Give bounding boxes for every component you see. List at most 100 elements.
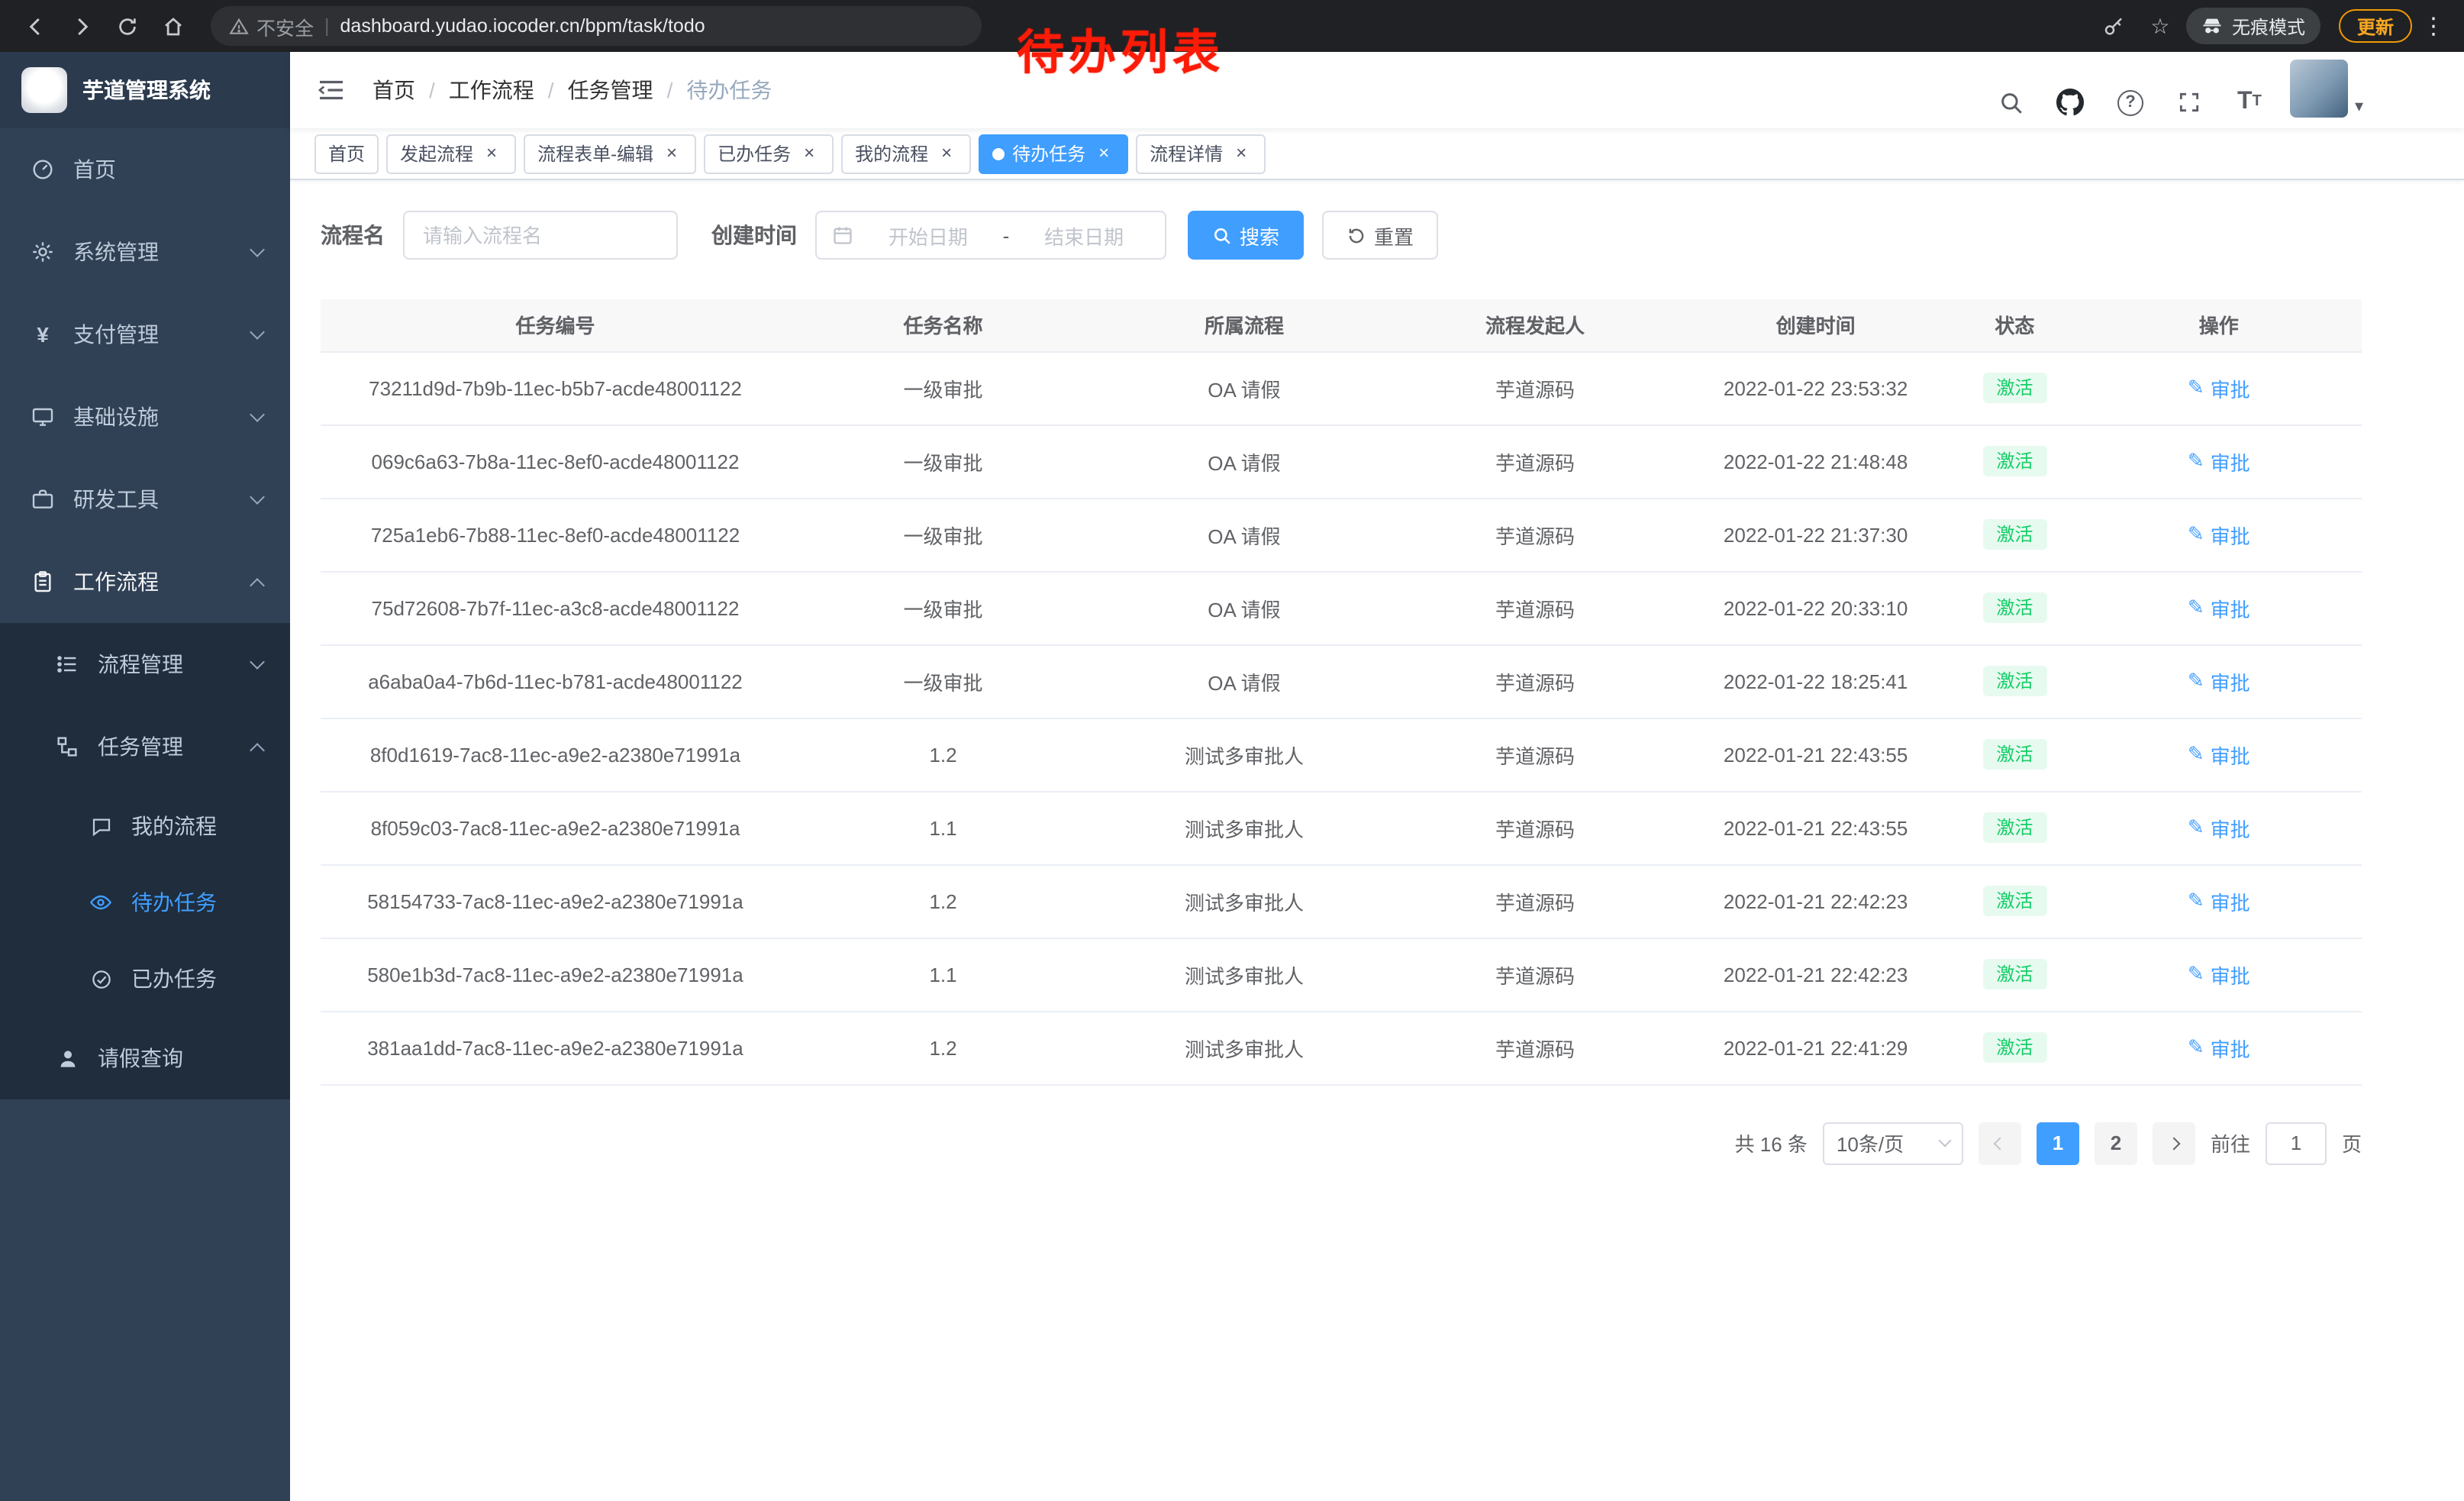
task-flow-icon — [55, 734, 79, 759]
approve-button[interactable]: ✎审批 — [2188, 960, 2250, 989]
avatar[interactable] — [2291, 60, 2349, 118]
sidebar-item-infrastructure[interactable]: 基础设施 — [0, 376, 290, 458]
browser-refresh-button[interactable] — [107, 6, 147, 46]
close-icon[interactable]: × — [481, 143, 502, 164]
app-title: 芋道管理系统 — [82, 75, 211, 105]
eye-icon — [89, 890, 113, 915]
sidebar-item-payment-mgmt[interactable]: ¥ 支付管理 — [0, 293, 290, 376]
security-label: 不安全 — [256, 11, 314, 40]
breadcrumb-workflow[interactable]: 工作流程 — [449, 75, 534, 105]
tab-todo-tasks[interactable]: 待办任务 × — [979, 134, 1128, 173]
breadcrumb-home[interactable]: 首页 — [373, 75, 415, 105]
col-initiator: 流程发起人 — [1392, 299, 1678, 351]
close-icon[interactable]: × — [661, 143, 682, 164]
next-page-button[interactable] — [2153, 1122, 2195, 1164]
workflow-submenu: 流程管理 任务管理 我的流程 — [0, 623, 290, 1099]
user-menu[interactable]: ▾ — [2291, 60, 2363, 121]
browser-update-button[interactable]: 更新 — [2339, 9, 2412, 43]
tab-process-detail[interactable]: 流程详情 × — [1136, 134, 1266, 173]
sidebar-item-todo-tasks[interactable]: 待办任务 — [0, 864, 290, 941]
close-icon[interactable]: × — [1093, 143, 1114, 164]
pagination: 共 16 条 10条/页 1 2 前往 页 — [321, 1122, 2362, 1210]
col-task-name: 任务名称 — [790, 299, 1096, 351]
page-number-1[interactable]: 1 — [2037, 1122, 2079, 1164]
incognito-badge: 无痕模式 — [2186, 8, 2320, 44]
edit-icon: ✎ — [2188, 962, 2204, 986]
approve-button[interactable]: ✎审批 — [2188, 740, 2250, 769]
search-icon — [1212, 225, 1232, 245]
sidebar-item-task-mgmt[interactable]: 任务管理 — [0, 705, 290, 788]
table-row: 580e1b3d-7ac8-11ec-a9e2-a2380e71991a 1.1… — [321, 938, 2362, 1011]
fullscreen-icon[interactable] — [2172, 84, 2208, 121]
edit-icon: ✎ — [2188, 815, 2204, 840]
workflow-icon — [31, 570, 55, 594]
address-bar[interactable]: 不安全 | dashboard.yudao.iocoder.cn/bpm/tas… — [211, 6, 982, 46]
close-icon[interactable]: × — [1230, 143, 1252, 164]
search-icon[interactable] — [1993, 84, 2030, 121]
password-key-icon[interactable] — [2095, 6, 2134, 46]
breadcrumb-task-mgmt[interactable]: 任务管理 — [568, 75, 653, 105]
chevron-down-icon — [250, 654, 265, 670]
total-count: 共 16 条 — [1735, 1128, 1808, 1157]
sidebar-item-workflow[interactable]: 工作流程 — [0, 541, 290, 623]
screen: 不安全 | dashboard.yudao.iocoder.cn/bpm/tas… — [0, 0, 2464, 1501]
refresh-icon — [1346, 225, 1366, 245]
chat-icon — [89, 814, 113, 838]
browser-home-button[interactable] — [153, 6, 192, 46]
browser-forward-button[interactable] — [61, 6, 101, 46]
app-logo-row[interactable]: 芋道管理系统 — [0, 52, 290, 128]
bookmark-star-icon[interactable]: ☆ — [2140, 6, 2180, 46]
approve-button[interactable]: ✎审批 — [2188, 886, 2250, 915]
calendar-icon — [832, 224, 853, 246]
edit-icon: ✎ — [2188, 449, 2204, 473]
reset-button[interactable]: 重置 — [1322, 211, 1438, 260]
browser-menu-icon[interactable]: ⋮ — [2418, 12, 2449, 40]
chevron-down-icon — [1938, 1135, 1951, 1148]
process-name-input[interactable] — [403, 211, 678, 260]
approve-button[interactable]: ✎审批 — [2188, 373, 2250, 402]
date-range-picker[interactable]: 开始日期 - 结束日期 — [815, 211, 1166, 260]
sidebar-item-system-mgmt[interactable]: 系统管理 — [0, 211, 290, 293]
sidebar-item-done-tasks[interactable]: 已办任务 — [0, 941, 290, 1017]
approve-button[interactable]: ✎审批 — [2188, 447, 2250, 476]
sidebar-fold-icon[interactable] — [314, 73, 348, 107]
prev-page-button[interactable] — [1979, 1122, 2021, 1164]
approve-button[interactable]: ✎审批 — [2188, 813, 2250, 842]
sidebar-item-leave-query[interactable]: 请假查询 — [0, 1017, 290, 1099]
security-indicator[interactable]: 不安全 — [229, 11, 314, 40]
close-icon[interactable]: × — [936, 143, 957, 164]
sidebar-item-my-process[interactable]: 我的流程 — [0, 788, 290, 864]
chevron-down-icon — [250, 489, 265, 505]
create-time-label: 创建时间 — [711, 220, 797, 250]
approve-button[interactable]: ✎审批 — [2188, 593, 2250, 622]
approve-button[interactable]: ✎审批 — [2188, 667, 2250, 696]
col-action: 操作 — [2076, 299, 2362, 351]
status-badge: 激活 — [1982, 886, 2046, 916]
page-size-select[interactable]: 10条/页 — [1823, 1122, 1963, 1164]
tab-done-tasks[interactable]: 已办任务 × — [704, 134, 834, 173]
tags-view-bar: 首页 发起流程 × 流程表单-编辑 × 已办任务 × 我的流程 × — [290, 128, 2464, 180]
status-badge: 激活 — [1982, 446, 2046, 476]
sidebar-item-home[interactable]: 首页 — [0, 128, 290, 211]
approve-button[interactable]: ✎审批 — [2188, 520, 2250, 549]
sidebar-item-devtools[interactable]: 研发工具 — [0, 458, 290, 541]
chevron-right-icon — [2167, 1137, 2180, 1150]
tab-home[interactable]: 首页 — [314, 134, 379, 173]
approve-button[interactable]: ✎审批 — [2188, 1033, 2250, 1062]
sidebar-item-process-mgmt[interactable]: 流程管理 — [0, 623, 290, 705]
tab-start-process[interactable]: 发起流程 × — [386, 134, 516, 173]
status-badge: 激活 — [1982, 1032, 2046, 1063]
goto-page-input[interactable] — [2266, 1122, 2327, 1164]
status-badge: 激活 — [1982, 739, 2046, 770]
help-icon[interactable]: ? — [2112, 84, 2149, 121]
github-icon[interactable] — [2053, 84, 2089, 121]
search-button[interactable]: 搜索 — [1188, 211, 1304, 260]
page-number-2[interactable]: 2 — [2095, 1122, 2137, 1164]
tab-my-process[interactable]: 我的流程 × — [841, 134, 971, 173]
browser-back-button[interactable] — [15, 6, 55, 46]
close-icon[interactable]: × — [798, 143, 820, 164]
table-row: 8f0d1619-7ac8-11ec-a9e2-a2380e71991a 1.2… — [321, 718, 2362, 791]
font-size-icon[interactable]: TT — [2231, 84, 2268, 121]
tab-form-edit[interactable]: 流程表单-编辑 × — [524, 134, 696, 173]
dashboard-icon — [31, 157, 55, 182]
